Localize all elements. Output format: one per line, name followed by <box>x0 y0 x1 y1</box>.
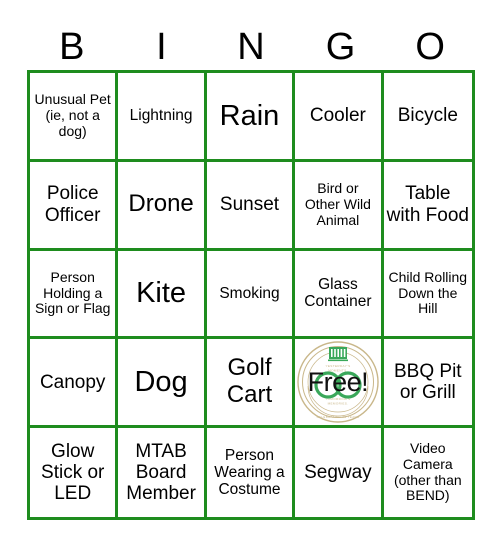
bingo-card: B I N G O Unusual Pet (ie, not a dog) Li… <box>0 0 501 544</box>
header-letter-g: G <box>325 26 356 68</box>
bingo-header-row: B I N G O <box>27 24 475 70</box>
bingo-cell-n2[interactable]: Sunset <box>206 161 296 251</box>
bingo-cell-i3[interactable]: Kite <box>118 250 207 340</box>
bingo-cell-label: Lightning <box>129 107 193 125</box>
bingo-cell-n4[interactable]: Golf Cart <box>206 339 296 429</box>
bingo-cell-label: Segway <box>304 461 372 483</box>
bingo-cell-o2[interactable]: Table with Food <box>383 162 472 251</box>
bingo-cell-label: Police Officer <box>44 183 101 226</box>
bingo-cell-label: Smoking <box>219 284 280 302</box>
bingo-cell-n5[interactable]: Person Wearing a Costume <box>207 428 296 517</box>
bingo-cell-label: Video Camera (other than BEND) <box>393 440 462 504</box>
bingo-cell-g5[interactable]: Segway <box>295 428 384 517</box>
bingo-cell-label: Person Holding a Sign or Flag <box>34 268 111 317</box>
bingo-cell-label: Glow Stick or LED <box>41 440 105 505</box>
bingo-cell-label: Sunset <box>219 194 280 216</box>
bingo-cell-o4[interactable]: BBQ Pit or Grill <box>383 339 472 429</box>
bingo-cell-b3[interactable]: Person Holding a Sign or Flag <box>30 250 119 340</box>
bingo-cell-g1[interactable]: Cooler <box>295 73 384 162</box>
bingo-cell-label: Unusual Pet (ie, not a dog) <box>34 91 111 139</box>
bingo-cell-b1[interactable]: Unusual Pet (ie, not a dog) <box>30 73 119 162</box>
svg-text:MEMORIES.: MEMORIES. <box>327 402 348 406</box>
header-letter-i: I <box>156 26 167 68</box>
bingo-cell-label: Table with Food <box>386 183 469 226</box>
bingo-cell-n1[interactable]: Rain <box>206 73 296 162</box>
bingo-cell-label: Cooler <box>309 105 366 127</box>
bingo-cell-label: Kite <box>136 277 187 310</box>
crown-emblem <box>327 347 348 362</box>
bingo-cell-label: Dog <box>134 366 188 399</box>
free-space-seal: YESTERDAY'S MOMENTS, TOMORROW'S MEMORIES… <box>297 340 379 424</box>
bingo-cell-o3[interactable]: Child Rolling Down the Hill <box>383 251 472 340</box>
bingo-cell-free-space[interactable]: YESTERDAY'S MOMENTS, TOMORROW'S MEMORIES… <box>295 339 384 429</box>
bingo-cell-o1[interactable]: Bicycle <box>383 73 472 162</box>
bingo-cell-label: Child Rolling Down the Hill <box>388 268 468 317</box>
header-letter-o: O <box>415 26 445 68</box>
bingo-cell-n3[interactable]: Smoking <box>206 250 296 340</box>
bingo-cell-b2[interactable]: Police Officer <box>30 161 119 251</box>
bingo-cell-i5[interactable]: MTAB Board Member <box>118 428 207 517</box>
bingo-cell-label: Rain <box>219 99 280 132</box>
header-letter-n: N <box>237 26 265 68</box>
bingo-cell-b4[interactable]: Canopy <box>30 339 119 429</box>
header-letter-b: B <box>59 26 85 68</box>
bingo-cell-g3[interactable]: Glass Container <box>295 250 384 340</box>
bingo-cell-label: Person Wearing a Costume <box>214 446 285 499</box>
bingo-cell-label: Drone <box>128 190 194 218</box>
bingo-cell-label: MTAB Board Member <box>126 440 196 505</box>
bingo-grid: Unusual Pet (ie, not a dog) Lightning Ra… <box>27 70 475 520</box>
bingo-cell-g2[interactable]: Bird or Other Wild Animal <box>295 161 384 251</box>
bingo-cell-label: BBQ Pit or Grill <box>394 361 462 404</box>
bingo-cell-label: Glass Container <box>304 276 372 311</box>
bingo-cell-i2[interactable]: Drone <box>118 161 207 251</box>
bingo-cell-i1[interactable]: Lightning <box>118 73 207 162</box>
bingo-cell-o5[interactable]: Video Camera (other than BEND) <box>384 428 472 517</box>
bingo-cell-label: Bicycle <box>397 105 458 127</box>
bingo-cell-label: Canopy <box>39 371 106 393</box>
bingo-cell-i4[interactable]: Dog <box>118 339 207 429</box>
bingo-cell-label: Golf Cart <box>226 354 273 409</box>
bingo-cell-label: Bird or Other Wild Animal <box>304 180 371 228</box>
bingo-cell-b5[interactable]: Glow Stick or LED <box>30 428 119 517</box>
svg-text:CELEBRATING 25 YEARS: CELEBRATING 25 YEARS <box>317 415 360 419</box>
free-space-label: Free! <box>307 366 369 397</box>
